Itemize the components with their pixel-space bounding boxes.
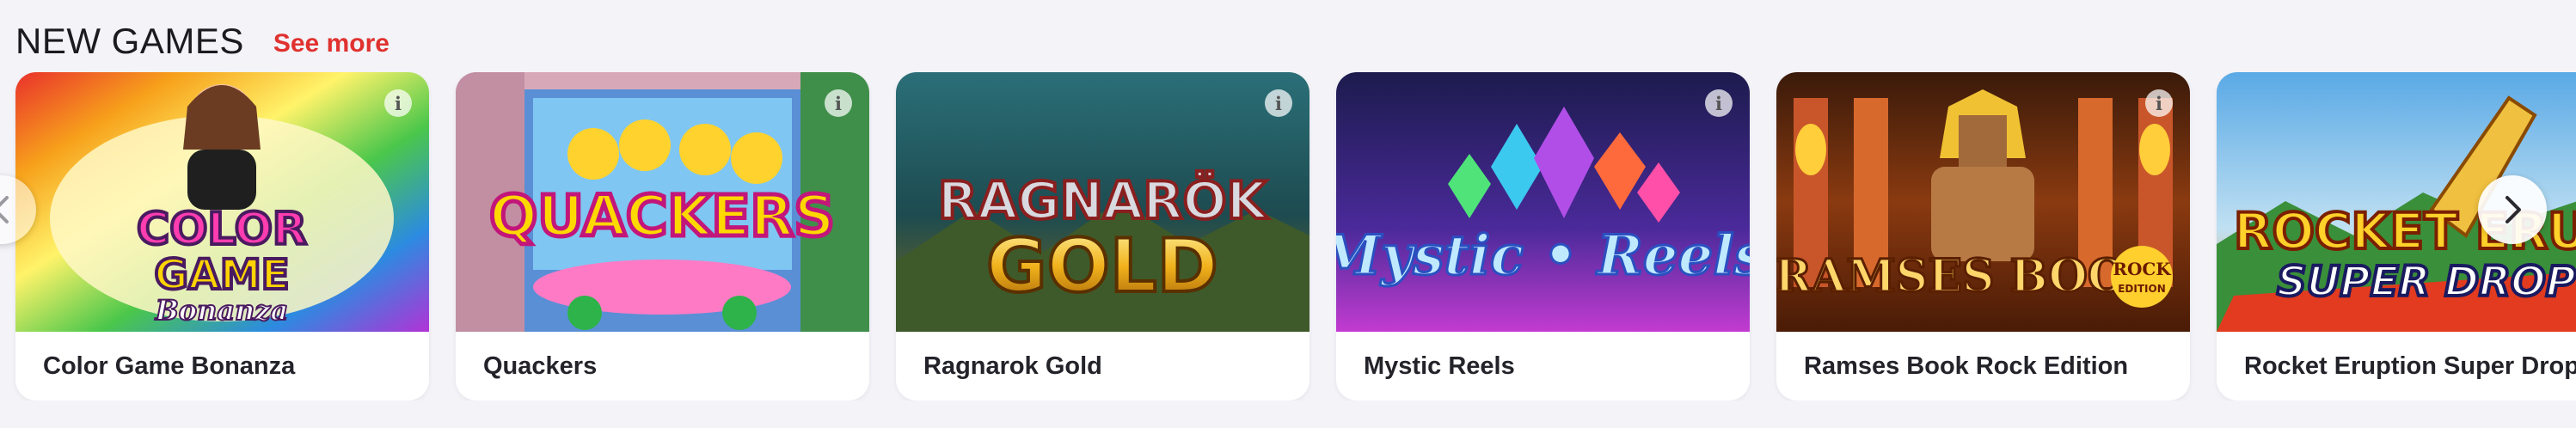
- game-card-mystic-reels[interactable]: Mystic • Reels i Mystic Reels: [1336, 72, 1750, 400]
- game-thumbnail[interactable]: QUACKERS i: [456, 72, 869, 332]
- game-title[interactable]: Rocket Eruption Super Drop: [2244, 332, 2576, 400]
- game-thumbnail[interactable]: COLOR GAME Bonanza i: [15, 72, 429, 332]
- art-text: Mystic: [1336, 223, 1524, 288]
- game-card-quackers[interactable]: QUACKERS i Quackers: [456, 72, 869, 400]
- art-text: RAMSES BOOK: [1776, 250, 2167, 303]
- art-text: QUACKERS: [489, 183, 835, 249]
- svg-text:Mystic •: Mystic • Reels: [1336, 223, 1750, 288]
- info-icon[interactable]: i: [2145, 89, 2173, 117]
- game-card-ramses-book-rock-edition[interactable]: RAMSES BOOK ROCK EDITION i Ramses Book R…: [1776, 72, 2190, 400]
- game-title[interactable]: Quackers: [483, 332, 597, 400]
- game-title[interactable]: Mystic Reels: [1364, 332, 1515, 400]
- game-thumbnail[interactable]: Mystic • Reels i: [1336, 72, 1750, 332]
- art-text: RAGNARÖK: [938, 170, 1269, 231]
- chevron-right-icon: [2505, 196, 2521, 223]
- info-icon[interactable]: i: [825, 89, 852, 117]
- game-title[interactable]: Ramses Book Rock Edition: [1804, 332, 2128, 400]
- art-text: COLOR: [137, 204, 307, 255]
- art-text: ROCK: [2113, 259, 2171, 279]
- game-card-ragnarok-gold[interactable]: RAGNARÖK GOLD i Ragnarok Gold: [896, 72, 1309, 400]
- art-text: SUPER DROP: [2277, 258, 2576, 306]
- info-icon[interactable]: i: [1705, 89, 1733, 117]
- carousel-next-button[interactable]: [2478, 175, 2547, 244]
- game-thumbnail[interactable]: RAGNARÖK GOLD i: [896, 72, 1309, 332]
- game-thumbnail[interactable]: RAMSES BOOK ROCK EDITION i: [1776, 72, 2190, 332]
- game-card-color-game-bonanza[interactable]: COLOR GAME Bonanza i Color Game Bonanza: [15, 72, 429, 400]
- art-text: GOLD: [986, 223, 1218, 309]
- info-icon[interactable]: i: [1265, 89, 1292, 117]
- info-icon[interactable]: i: [384, 89, 412, 117]
- section-title: NEW GAMES: [15, 21, 244, 61]
- chevron-left-icon: [0, 196, 9, 223]
- art-text: Bonanza: [155, 294, 289, 327]
- art-text: GAME: [154, 251, 289, 299]
- game-title[interactable]: Ragnarok Gold: [923, 332, 1102, 400]
- art-text: Reels: [1596, 223, 1750, 288]
- art-text: EDITION: [2118, 283, 2166, 295]
- see-more-link[interactable]: See more: [273, 29, 389, 58]
- game-title[interactable]: Color Game Bonanza: [43, 332, 295, 400]
- section-header: NEW GAMES See more: [15, 15, 389, 67]
- games-carousel: COLOR GAME Bonanza i Color Game Bonanza …: [0, 72, 2576, 400]
